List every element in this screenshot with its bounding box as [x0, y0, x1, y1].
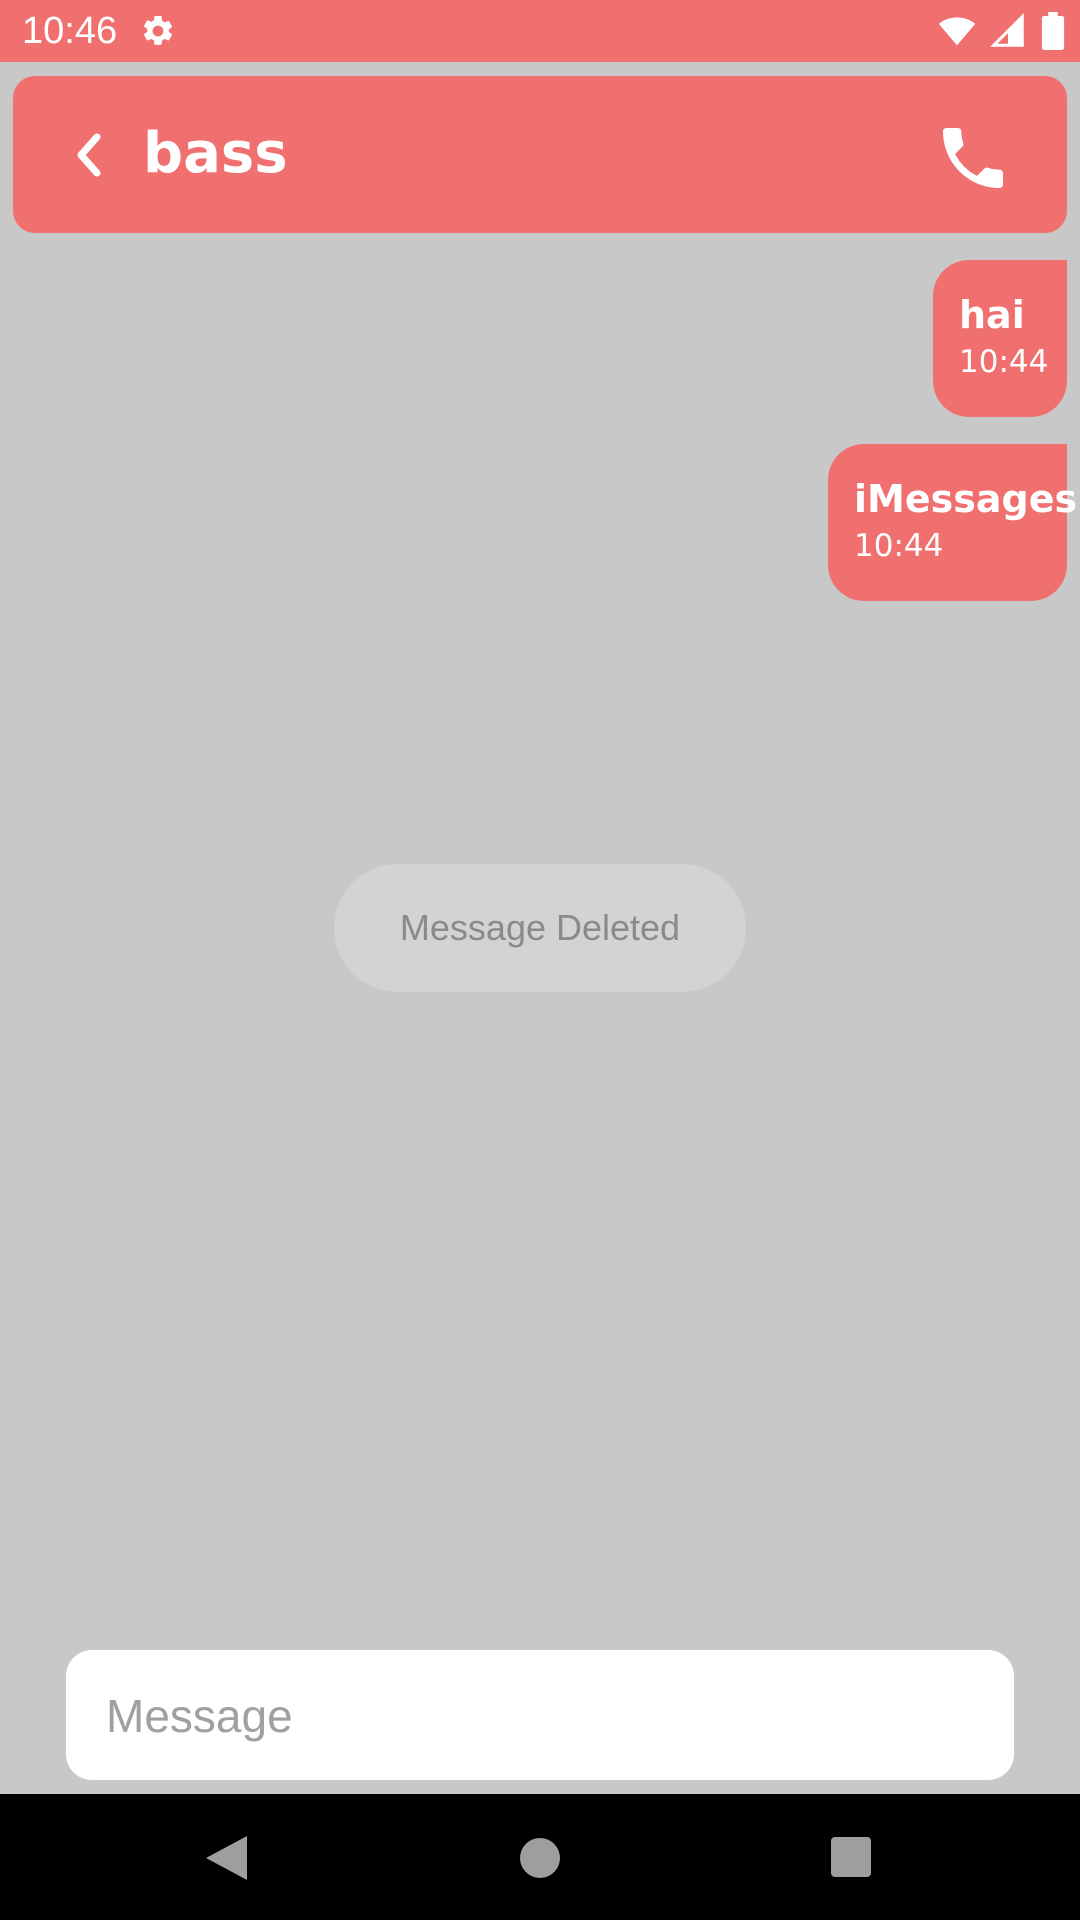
message-text: iMessages — [854, 477, 1078, 521]
chat-toolbar: bass — [13, 76, 1067, 233]
contact-name-title: bass — [143, 121, 288, 186]
chevron-left-icon — [77, 133, 101, 177]
status-time: 10:46 — [22, 10, 118, 52]
message-bubble-outgoing[interactable]: iMessages 10:44 — [828, 444, 1078, 601]
message-deleted-toast: Message Deleted — [334, 864, 746, 992]
message-input[interactable] — [104, 1676, 978, 1756]
message-time: 10:44 — [959, 344, 1049, 380]
status-bar: 10:46 — [0, 0, 1080, 62]
nav-recents-icon[interactable] — [831, 1837, 871, 1877]
message-time: 10:44 — [854, 528, 944, 564]
status-icons — [938, 12, 1066, 50]
gear-icon — [143, 15, 173, 45]
toast-text: Message Deleted — [399, 907, 681, 948]
message-bubble-outgoing[interactable]: hai 10:44 — [933, 260, 1067, 417]
battery-icon — [1041, 12, 1065, 50]
call-button[interactable] — [933, 118, 1013, 198]
phone-icon — [943, 128, 1003, 188]
nav-back-icon[interactable] — [203, 1834, 249, 1882]
wifi-icon — [938, 17, 976, 46]
message-text: hai — [959, 293, 1025, 337]
cell-signal-icon — [990, 13, 1024, 47]
message-composer — [66, 1650, 1014, 1780]
back-button[interactable] — [53, 121, 129, 189]
nav-home-icon[interactable] — [520, 1838, 560, 1878]
